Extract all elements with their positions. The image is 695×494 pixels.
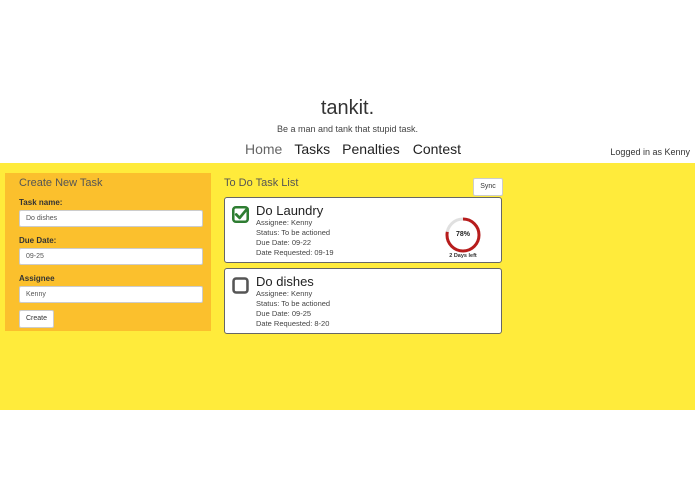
- task-date-requested: Date Requested: 09-19: [256, 248, 334, 257]
- create-task-title: Create New Task: [19, 177, 103, 189]
- task-title: Do Laundry: [256, 203, 324, 218]
- brand-tagline: Be a man and tank that stupid task.: [276, 124, 419, 134]
- assignee-label: Assignee: [19, 274, 55, 283]
- due-date-input[interactable]: 09-25: [19, 248, 203, 265]
- sync-button[interactable]: Sync: [473, 178, 503, 196]
- empty-checkbox-icon[interactable]: [232, 277, 249, 294]
- task-status: Status: To be actioned: [256, 299, 331, 308]
- checked-checkbox-icon[interactable]: [232, 206, 249, 223]
- todo-list-title: To Do Task List: [224, 177, 299, 189]
- task-card[interactable]: Do Laundry Assignee: Kenny Status: To be…: [224, 197, 502, 263]
- task-title: Do dishes: [256, 274, 314, 289]
- task-due-date: Due Date: 09-22: [256, 238, 312, 247]
- task-card[interactable]: Do dishes Assignee: Kenny Status: To be …: [224, 268, 502, 334]
- task-name-input[interactable]: Do dishes: [19, 210, 203, 227]
- logged-in-status: Logged in as Kenny: [610, 147, 690, 157]
- brand-title: tankit.: [320, 97, 375, 119]
- task-assignee: Assignee: Kenny: [256, 218, 313, 227]
- task-status: Status: To be actioned: [256, 228, 331, 237]
- task-name-label: Task name:: [19, 198, 63, 207]
- days-left: 2 Days left: [449, 253, 477, 259]
- main-nav: Home Tasks Penalties Contest: [245, 141, 461, 161]
- due-date-label: Due Date:: [19, 236, 57, 245]
- assignee-input[interactable]: Kenny: [19, 286, 203, 303]
- task-date-requested: Date Requested: 8-20: [256, 319, 330, 328]
- nav-penalties[interactable]: Penalties: [342, 141, 400, 161]
- task-assignee: Assignee: Kenny: [256, 289, 313, 298]
- nav-contest[interactable]: Contest: [413, 141, 461, 161]
- task-due-date: Due Date: 09-25: [256, 309, 312, 318]
- nav-tasks[interactable]: Tasks: [294, 141, 330, 161]
- create-button[interactable]: Create: [19, 310, 54, 328]
- progress-percent: 78%: [455, 231, 470, 238]
- nav-home[interactable]: Home: [245, 141, 282, 161]
